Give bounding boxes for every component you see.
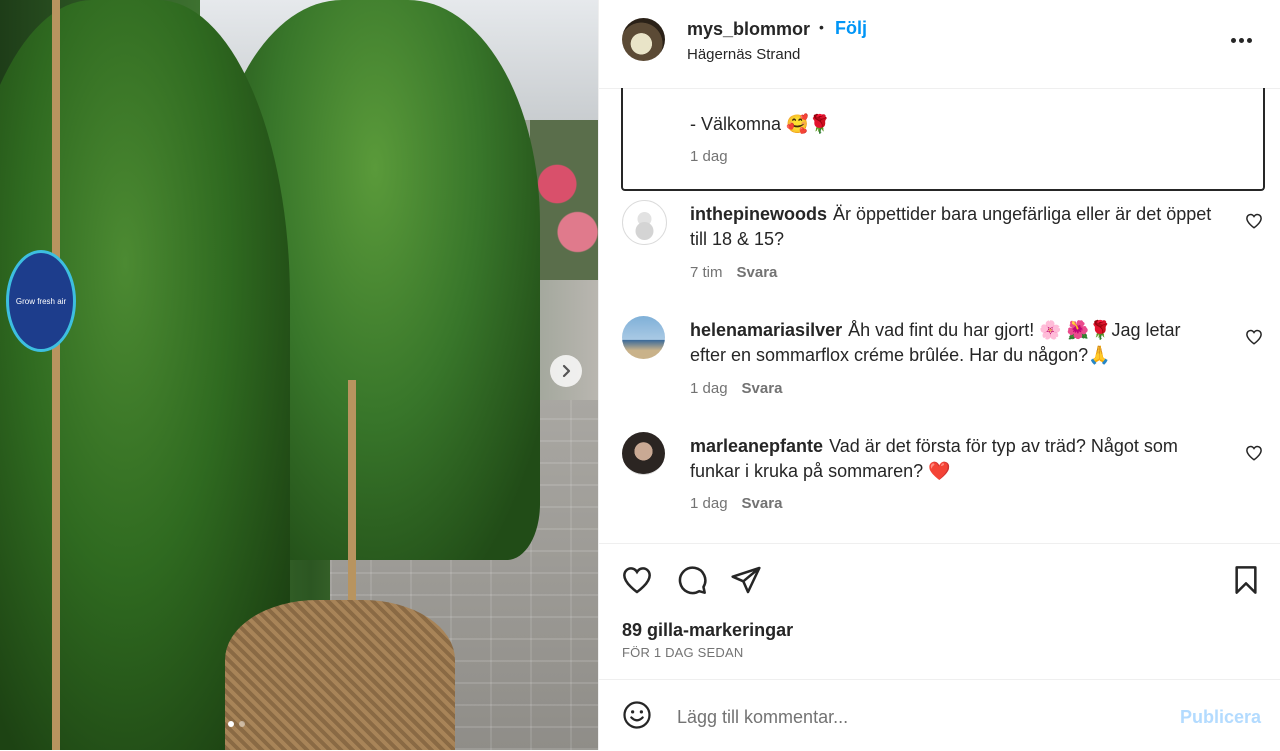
plant-tag-text: Grow fresh air bbox=[15, 296, 67, 306]
comment-meta: 7 tim Svara bbox=[690, 264, 777, 281]
image-burlap-sack bbox=[225, 600, 455, 750]
comment-username[interactable]: helenamariasilver bbox=[690, 320, 842, 340]
likes-count[interactable]: 89 gilla-markeringar bbox=[622, 620, 793, 641]
post-side-panel: mys_blommor • Följ Hägernäs Strand - Väl… bbox=[598, 0, 1280, 750]
heart-icon[interactable] bbox=[1245, 212, 1263, 230]
carousel-dot-active bbox=[228, 721, 234, 727]
caption-highlight: - Välkomna 🥰🌹 1 dag bbox=[621, 88, 1265, 191]
avatar[interactable] bbox=[622, 432, 665, 475]
image-stake bbox=[52, 0, 60, 750]
comment-text-block: marleanepfante Vad är det första för typ … bbox=[690, 434, 1220, 484]
reply-button[interactable]: Svara bbox=[742, 495, 783, 512]
image-flowers bbox=[530, 120, 598, 280]
add-comment-bar: Publicera bbox=[599, 679, 1280, 751]
carousel-dot bbox=[239, 721, 245, 727]
comment-timestamp[interactable]: 1 dag bbox=[690, 495, 728, 512]
caption-text: - Välkomna 🥰🌹 bbox=[690, 114, 831, 134]
avatar[interactable] bbox=[622, 18, 665, 61]
reply-button[interactable]: Svara bbox=[737, 264, 778, 281]
heart-icon[interactable] bbox=[621, 564, 653, 596]
comment-timestamp[interactable]: 7 tim bbox=[690, 264, 723, 281]
reply-button[interactable]: Svara bbox=[742, 380, 783, 397]
post-actions-bar bbox=[599, 543, 1280, 614]
more-options-icon[interactable] bbox=[1231, 38, 1252, 43]
comment-icon[interactable] bbox=[676, 564, 708, 596]
plant-tag: Grow fresh air bbox=[6, 250, 76, 352]
avatar[interactable] bbox=[622, 316, 665, 359]
post-timestamp[interactable]: FÖR 1 DAG SEDAN bbox=[622, 645, 743, 660]
comment-username[interactable]: marleanepfante bbox=[690, 436, 823, 456]
publish-button[interactable]: Publicera bbox=[1180, 707, 1261, 728]
comment-meta: 1 dag Svara bbox=[690, 495, 782, 512]
separator-dot: • bbox=[819, 19, 824, 35]
carousel-next-button[interactable] bbox=[550, 355, 582, 387]
chevron-right-icon bbox=[562, 364, 571, 378]
post-username[interactable]: mys_blommor bbox=[687, 19, 810, 40]
paper-plane-icon[interactable] bbox=[730, 564, 762, 596]
bookmark-icon[interactable] bbox=[1230, 564, 1262, 596]
follow-button[interactable]: Följ bbox=[835, 18, 867, 39]
carousel-dots bbox=[228, 721, 245, 727]
avatar[interactable] bbox=[622, 200, 667, 245]
post-header: mys_blommor • Följ Hägernäs Strand bbox=[599, 0, 1280, 89]
comment-timestamp[interactable]: 1 dag bbox=[690, 380, 728, 397]
comment-text-block: inthepinewoods Är öppettider bara ungefär… bbox=[690, 202, 1220, 252]
comment-input[interactable] bbox=[675, 702, 1139, 732]
comment-text-block: helenamariasilver Åh vad fint du har gjor… bbox=[690, 318, 1220, 368]
heart-icon[interactable] bbox=[1245, 328, 1263, 346]
avatar-icon bbox=[635, 212, 654, 240]
post-image[interactable]: Grow fresh air bbox=[0, 0, 598, 750]
caption-timestamp[interactable]: 1 dag bbox=[690, 148, 728, 165]
post-location[interactable]: Hägernäs Strand bbox=[687, 46, 800, 63]
image-stake bbox=[348, 380, 356, 620]
comment-meta: 1 dag Svara bbox=[690, 380, 782, 397]
comment-username[interactable]: inthepinewoods bbox=[690, 204, 827, 224]
heart-icon[interactable] bbox=[1245, 444, 1263, 462]
smiley-icon[interactable] bbox=[622, 700, 652, 730]
